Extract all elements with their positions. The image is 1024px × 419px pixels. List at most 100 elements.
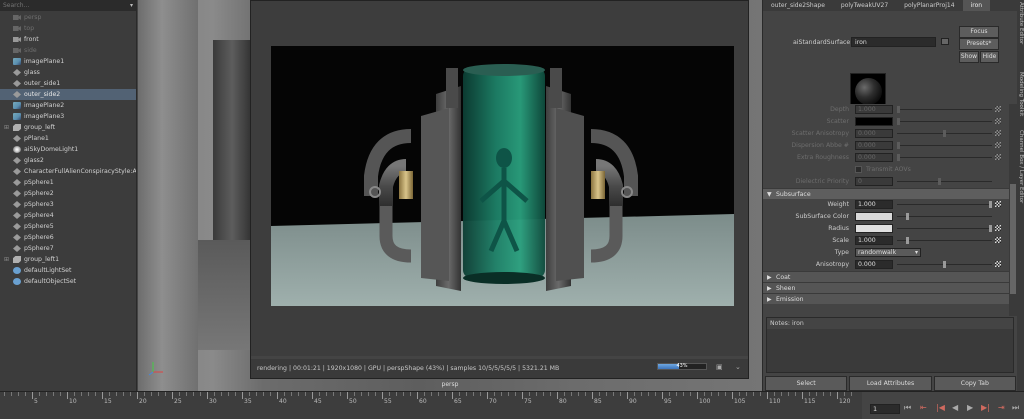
notes-value[interactable]: iron	[792, 320, 804, 327]
outliner-item[interactable]: side	[0, 45, 136, 56]
map-button-icon[interactable]	[995, 118, 1001, 124]
map-button-icon[interactable]	[995, 237, 1001, 243]
outliner-item[interactable]: pSphere2	[0, 188, 136, 199]
current-frame-field[interactable]: 1	[870, 404, 900, 414]
side-tab[interactable]: Attribute Editor	[1017, 2, 1024, 44]
attribute-editor-scrollbar[interactable]	[1009, 104, 1017, 316]
map-button-icon[interactable]	[995, 261, 1001, 267]
outliner-item[interactable]: pPlane1	[0, 133, 136, 144]
outliner-item[interactable]: aiSkyDomeLight1	[0, 144, 136, 155]
map-button-icon[interactable]	[995, 154, 1001, 160]
slider-thumb[interactable]	[943, 130, 946, 137]
outliner-item[interactable]: persp	[0, 12, 136, 23]
attribute-editor-tab[interactable]: iron	[962, 0, 991, 11]
outliner-item[interactable]: pSphere5	[0, 221, 136, 232]
step-forward-key-icon[interactable]: ⇥	[998, 403, 1005, 412]
render-image[interactable]	[271, 46, 734, 306]
attribute-slider[interactable]	[897, 142, 992, 149]
attribute-slider[interactable]	[897, 178, 992, 185]
step-back-frame-icon[interactable]: |◀	[936, 403, 945, 412]
outliner-search-input[interactable]	[3, 2, 113, 9]
color-swatch[interactable]	[855, 117, 893, 126]
outliner-item[interactable]: ⊞ group_left1	[0, 254, 136, 265]
slider-thumb[interactable]	[906, 213, 910, 220]
color-swatch[interactable]	[855, 212, 893, 221]
attribute-slider[interactable]	[897, 106, 992, 113]
map-button-icon[interactable]	[995, 130, 1001, 136]
map-button-icon[interactable]	[995, 225, 1001, 231]
transmit-aovs-checkbox[interactable]	[855, 166, 862, 173]
show-button[interactable]: Show	[959, 51, 979, 63]
step-back-key-icon[interactable]: ⇤	[920, 403, 927, 412]
attribute-slider[interactable]	[897, 201, 992, 208]
outliner-item[interactable]: pSphere6	[0, 232, 136, 243]
slider-thumb[interactable]	[989, 201, 992, 208]
attribute-value-field[interactable]: 0	[855, 177, 893, 186]
slider-thumb[interactable]	[989, 225, 992, 232]
subsurface-section-header[interactable]: ▼ Subsurface	[763, 188, 1009, 199]
outliner-item[interactable]: imagePlane2	[0, 100, 136, 111]
time-ruler[interactable]: 5 10 15 20 25 30 35 40 45 50 55 60 65 70 75 80 85 90 95 100…	[0, 392, 862, 419]
attribute-value-field[interactable]: 0.000	[855, 141, 893, 150]
node-name-field[interactable]: iron	[851, 37, 936, 47]
map-button-icon[interactable]	[995, 106, 1001, 112]
outliner-item[interactable]: outer_side2	[0, 89, 136, 100]
map-button-icon[interactable]	[995, 142, 1001, 148]
slider-thumb[interactable]	[897, 142, 900, 149]
expand-icon[interactable]: ⊞	[4, 124, 9, 131]
attribute-value-field[interactable]: 0.000	[855, 153, 893, 162]
section-header[interactable]: ▶ Emission	[763, 293, 1009, 304]
outliner-item[interactable]: pSphere4	[0, 210, 136, 221]
attribute-value-field[interactable]: 1.000	[855, 105, 893, 114]
expand-arrow-icon[interactable]: ▶	[767, 294, 772, 305]
outliner-item[interactable]: imagePlane3	[0, 111, 136, 122]
presets-button[interactable]: Presets*	[959, 38, 999, 50]
select-button[interactable]: Select	[765, 376, 848, 391]
outliner-item[interactable]: glass	[0, 67, 136, 78]
attribute-editor-tab[interactable]: polyPlanarProj14	[896, 0, 962, 11]
attribute-slider[interactable]	[897, 225, 992, 232]
map-button-icon[interactable]	[995, 201, 1001, 207]
attribute-editor-tab[interactable]: outer_side2Shape	[763, 0, 833, 11]
outliner-item[interactable]: defaultLightSet	[0, 265, 136, 276]
attribute-value-field[interactable]: 1.000	[855, 236, 893, 245]
attribute-slider[interactable]	[897, 261, 992, 268]
step-forward-frame-icon[interactable]: ▶|	[981, 403, 990, 412]
attribute-slider[interactable]	[897, 154, 992, 161]
attribute-value-field[interactable]: 0.000	[855, 129, 893, 138]
input-connection-button[interactable]	[941, 38, 949, 45]
expand-icon[interactable]: ⊞	[4, 256, 9, 263]
type-dropdown[interactable]: randomwalk	[855, 248, 921, 257]
attribute-slider[interactable]	[897, 237, 992, 244]
focus-button[interactable]: Focus	[959, 26, 999, 38]
hide-button[interactable]: Hide	[980, 51, 999, 63]
outliner-item[interactable]: pSphere7	[0, 243, 136, 254]
slider-thumb[interactable]	[897, 118, 900, 125]
side-tab[interactable]: Modeling Toolkit	[1017, 72, 1024, 116]
slider-thumb[interactable]	[897, 106, 900, 113]
attribute-value-field[interactable]: 0.000	[855, 260, 893, 269]
play-backwards-icon[interactable]: ◀	[952, 403, 958, 412]
outliner-item[interactable]: top	[0, 23, 136, 34]
time-slider[interactable]: 5 10 15 20 25 30 35 40 45 50 55 60 65 70 75 80 85 90 95 100…	[0, 391, 1024, 419]
outliner-item[interactable]: pSphere1	[0, 177, 136, 188]
chevron-down-icon[interactable]: ⌄	[735, 363, 741, 371]
outliner-item[interactable]: pSphere3	[0, 199, 136, 210]
side-tab[interactable]: Channel Box / Layer Editor	[1017, 130, 1024, 203]
snapshot-icon[interactable]: ▣	[716, 363, 723, 371]
attribute-value-field[interactable]: 1.000	[855, 200, 893, 209]
outliner-item[interactable]: front	[0, 34, 136, 45]
outliner-item[interactable]: CharacterFullAlienConspiracyStyle:Ali	[0, 166, 136, 177]
attribute-editor-tab[interactable]: polyTweakUV27	[833, 0, 896, 11]
slider-thumb[interactable]	[943, 261, 946, 268]
outliner-item[interactable]: glass2	[0, 155, 136, 166]
outliner-item[interactable]: defaultObjectSet	[0, 276, 136, 287]
slider-thumb[interactable]	[938, 178, 942, 185]
section-header[interactable]: ▶ Coat	[763, 271, 1009, 282]
slider-thumb[interactable]	[897, 154, 900, 161]
outliner-item[interactable]: imagePlane1	[0, 56, 136, 67]
copy-tab-button[interactable]: Copy Tab	[933, 376, 1016, 391]
go-to-end-icon[interactable]: ⏭	[1012, 403, 1019, 413]
outliner-item[interactable]: ⊞ group_left	[0, 122, 136, 133]
attribute-slider[interactable]	[897, 213, 992, 220]
